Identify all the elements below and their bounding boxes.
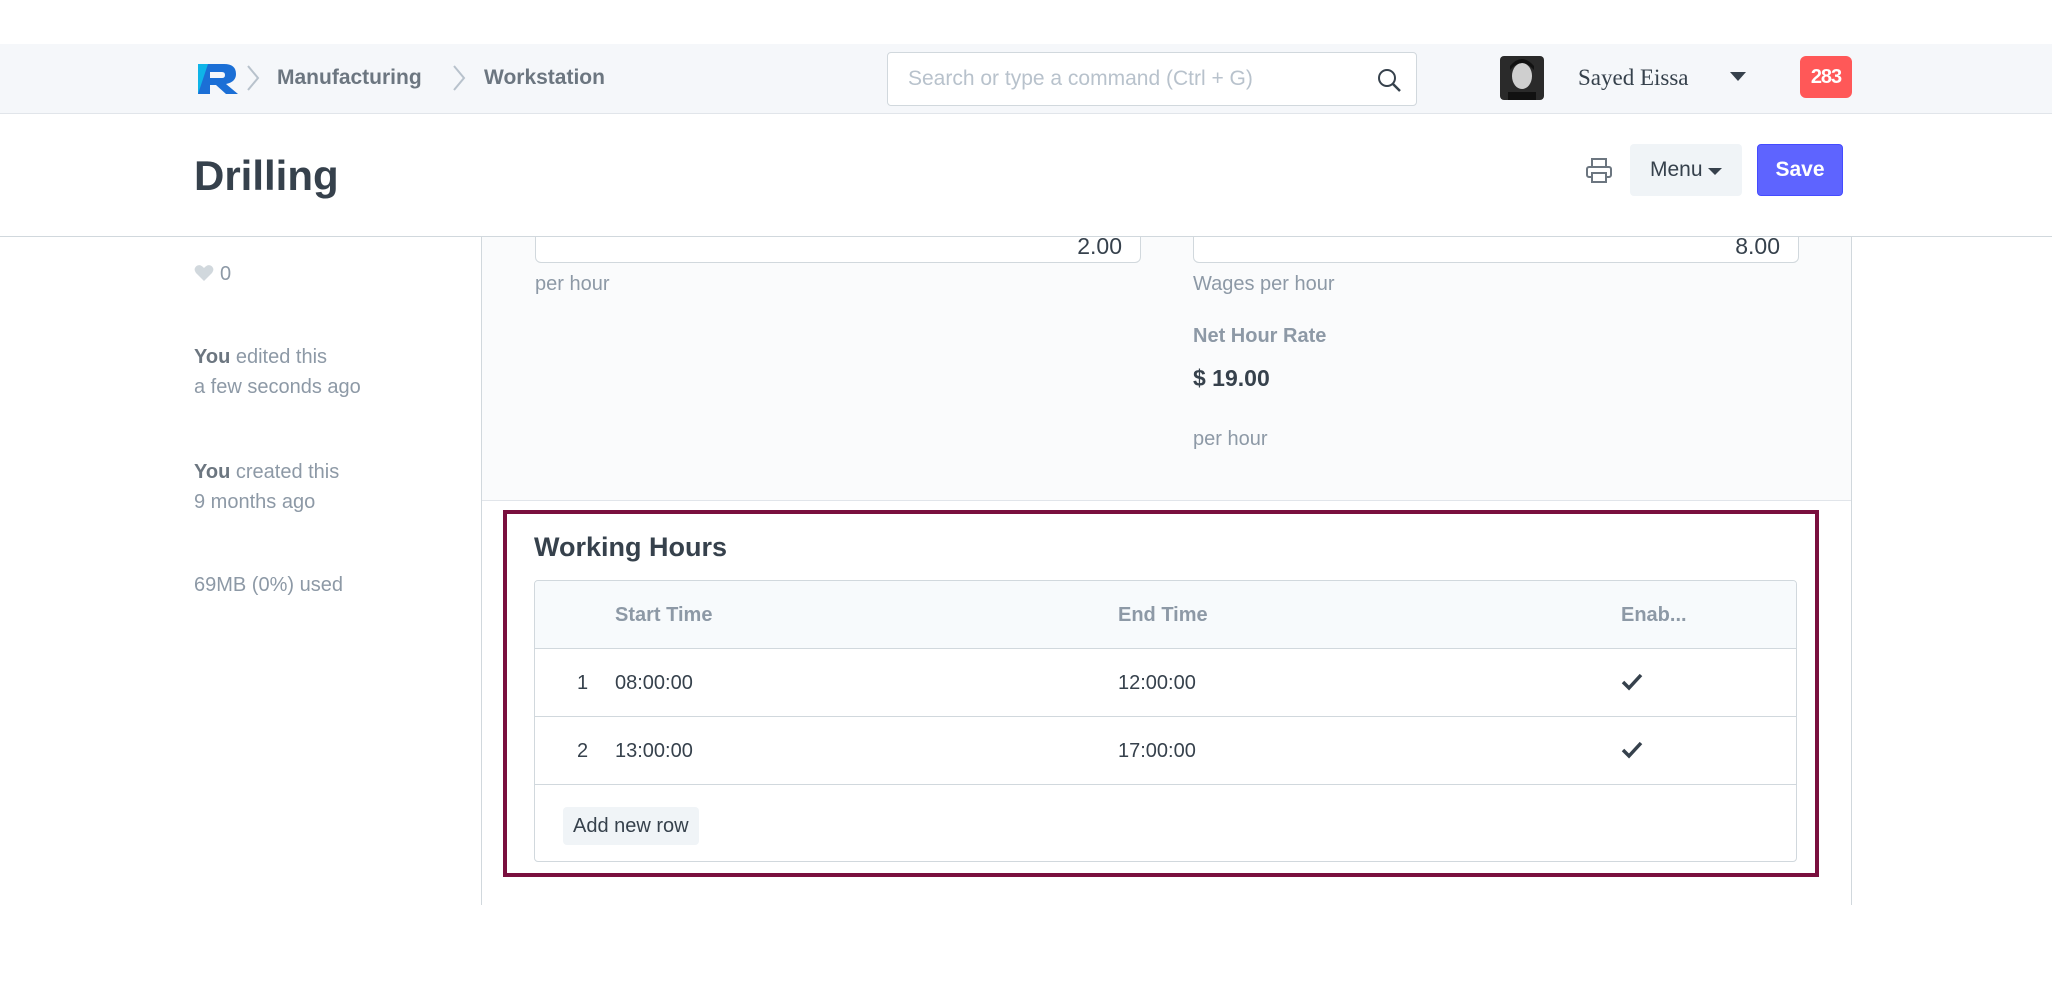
save-button[interactable]: Save [1757,144,1843,196]
row-index: 2 [577,740,589,762]
edited-info: You edited this a few seconds ago [194,342,361,402]
breadcrumb-separator-icon [247,65,260,91]
print-icon[interactable] [1585,158,1613,184]
end-time-cell[interactable]: 17:00:00 [1118,717,1196,785]
likes-counter[interactable]: 0 [194,260,231,288]
created-time: 9 months ago [194,491,316,513]
user-name[interactable]: Sayed Eissa [1578,62,1689,94]
check-icon[interactable] [1621,672,1643,692]
edited-by: You [194,346,231,368]
net-hour-rate-description: per hour [1193,428,1268,450]
working-hours-title: Working Hours [534,532,728,562]
created-info: You created this 9 months ago [194,457,339,517]
breadcrumb-separator-icon [453,65,466,91]
edited-time: a few seconds ago [194,376,361,398]
breadcrumb-manufacturing[interactable]: Manufacturing [277,62,422,94]
menu-button-label: Menu [1650,158,1703,181]
add-new-row-button[interactable]: Add new row [563,807,699,845]
breadcrumb-workstation[interactable]: Workstation [484,62,605,94]
net-hour-rate-label: Net Hour Rate [1193,325,1327,347]
rates-section: 2.00 per hour 8.00 Wages per hour Net Ho… [482,207,1851,501]
notification-badge[interactable]: 283 [1800,56,1852,98]
column-header-start-time: Start Time [615,604,713,626]
end-time-cell[interactable]: 12:00:00 [1118,649,1196,717]
check-icon[interactable] [1621,740,1643,760]
start-time-cell[interactable]: 08:00:00 [615,649,693,717]
app-logo-icon[interactable] [194,60,240,96]
likes-count: 0 [220,263,232,285]
row-index: 1 [577,672,589,694]
menu-button[interactable]: Menu [1630,144,1742,196]
user-dropdown-caret-icon[interactable] [1730,72,1746,81]
created-by: You [194,461,231,483]
net-hour-rate-value: $ 19.00 [1193,365,1270,391]
heart-icon[interactable] [194,264,214,282]
table-row[interactable]: 2 13:00:00 17:00:00 [535,717,1796,785]
edited-action: edited this [235,346,328,368]
rate-field-description: per hour [535,273,610,295]
working-hours-table: Start Time End Time Enab... 1 08:00:00 1… [534,580,1797,862]
column-header-enabled: Enab... [1621,604,1687,626]
search-input[interactable] [906,53,1366,105]
user-avatar-icon [1500,56,1544,100]
created-action: created this [235,461,340,483]
page-title: Drilling [194,152,339,199]
table-row[interactable]: 1 08:00:00 12:00:00 [535,649,1796,717]
start-time-cell[interactable]: 13:00:00 [615,717,693,785]
avatar[interactable] [1500,56,1544,100]
search-icon[interactable] [1376,67,1402,93]
top-navbar: Manufacturing Workstation Sayed Eissa 28… [0,44,2052,114]
column-header-end-time: End Time [1118,604,1208,626]
caret-down-icon [1708,168,1722,175]
table-header: Start Time End Time Enab... [535,581,1796,649]
search-box [887,52,1417,106]
wages-field-description: Wages per hour [1193,273,1335,295]
storage-usage: 69MB (0%) used [194,574,343,596]
page-head: Drilling Menu Save [0,114,2052,237]
